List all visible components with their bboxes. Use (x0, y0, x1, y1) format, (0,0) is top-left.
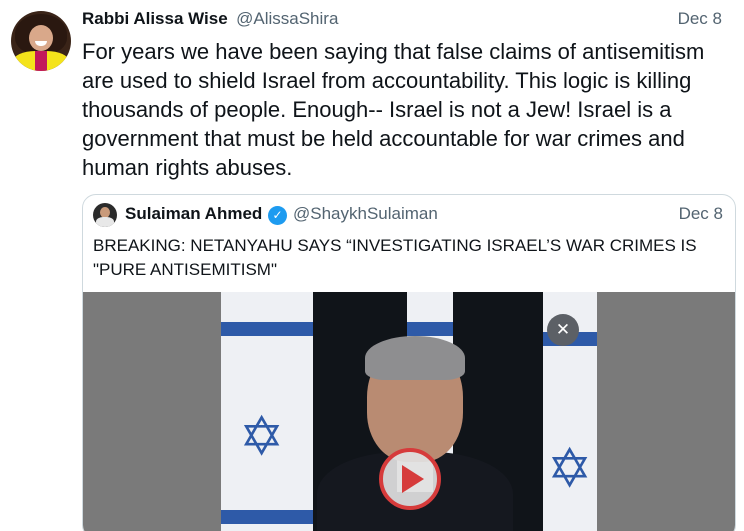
quoted-tweet-text: BREAKING: NETANYAHU SAYS “INVESTIGATING … (93, 236, 697, 279)
avatar-face (29, 25, 53, 51)
video-media[interactable]: ✡ ✡ ✡ ✕ (83, 292, 735, 531)
flag-stripe (407, 322, 453, 336)
quoted-tweet-header: Sulaiman Ahmed ✓ @ShaykhSulaiman Dec 8 (93, 203, 723, 227)
tweet-header: Rabbi Alissa Wise @AlissaShira Dec 8 (82, 9, 722, 31)
quoted-avatar-body (96, 217, 114, 227)
tweet[interactable]: Rabbi Alissa Wise @AlissaShira Dec 8 For… (0, 0, 744, 531)
quoted-author-avatar[interactable] (93, 203, 117, 227)
author-name[interactable]: Rabbi Alissa Wise (82, 9, 228, 28)
flag-stripe (221, 510, 313, 524)
star-of-david-icon: ✡ (239, 407, 285, 467)
flag-stripe (221, 322, 313, 336)
tweet-text: For years we have been saying that false… (82, 39, 705, 180)
quoted-tweet-date[interactable]: Dec 8 (679, 204, 723, 224)
video-frame[interactable]: ✡ ✡ ✡ ✕ (221, 292, 597, 531)
tweet-date[interactable]: Dec 8 (678, 9, 722, 29)
star-of-david-icon: ✡ (547, 439, 593, 499)
quoted-author-name[interactable]: Sulaiman Ahmed (125, 204, 262, 224)
muted-speaker-icon[interactable]: ✕ (547, 314, 579, 346)
verified-badge-icon: ✓ (268, 206, 287, 225)
play-button[interactable] (379, 448, 441, 510)
quoted-tweet[interactable]: Sulaiman Ahmed ✓ @ShaykhSulaiman Dec 8 B… (82, 194, 736, 531)
author-handle[interactable]: @AlissaShira (236, 9, 338, 28)
israeli-flag-left: ✡ (221, 292, 313, 531)
speaker-hair (365, 336, 465, 380)
quoted-author-handle[interactable]: @ShaykhSulaiman (293, 204, 438, 224)
play-icon (402, 465, 424, 493)
author-avatar[interactable] (11, 11, 71, 71)
avatar-shirt (35, 51, 47, 71)
